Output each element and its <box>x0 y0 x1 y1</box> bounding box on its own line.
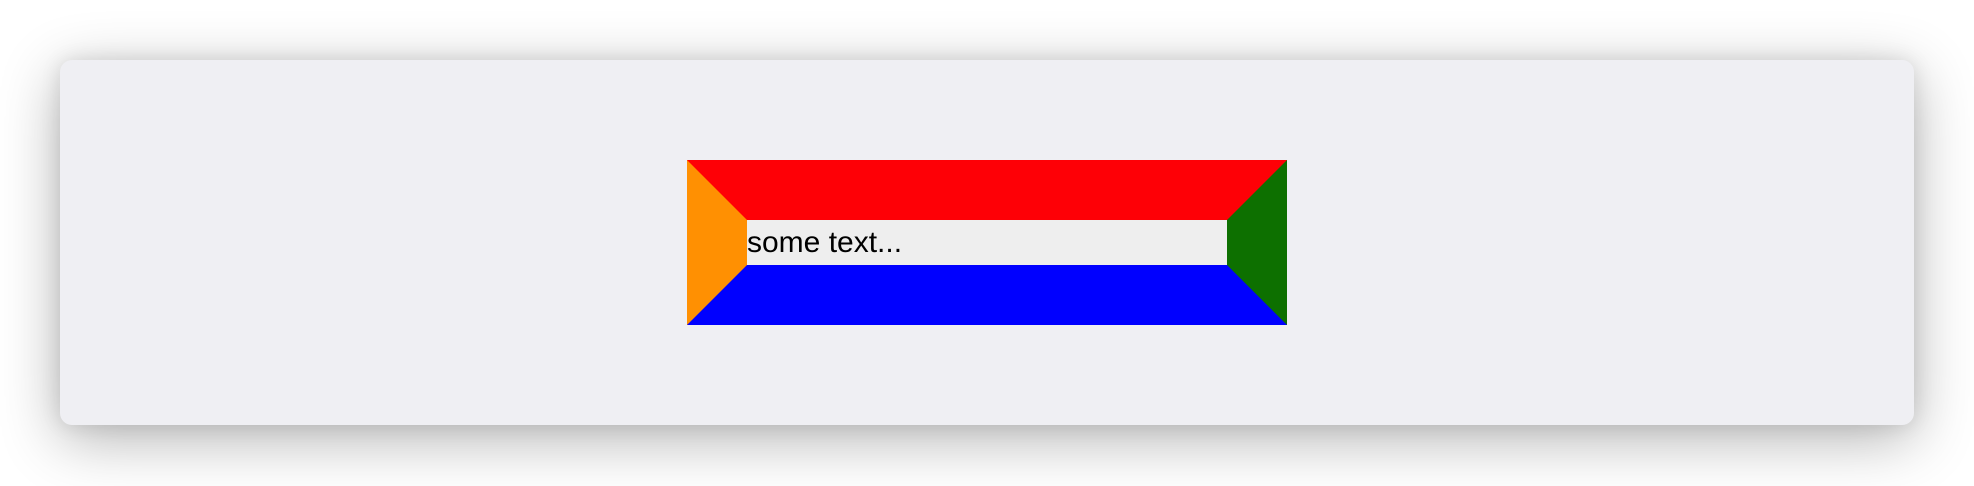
text-input[interactable] <box>687 160 1287 325</box>
window-panel <box>60 60 1914 425</box>
